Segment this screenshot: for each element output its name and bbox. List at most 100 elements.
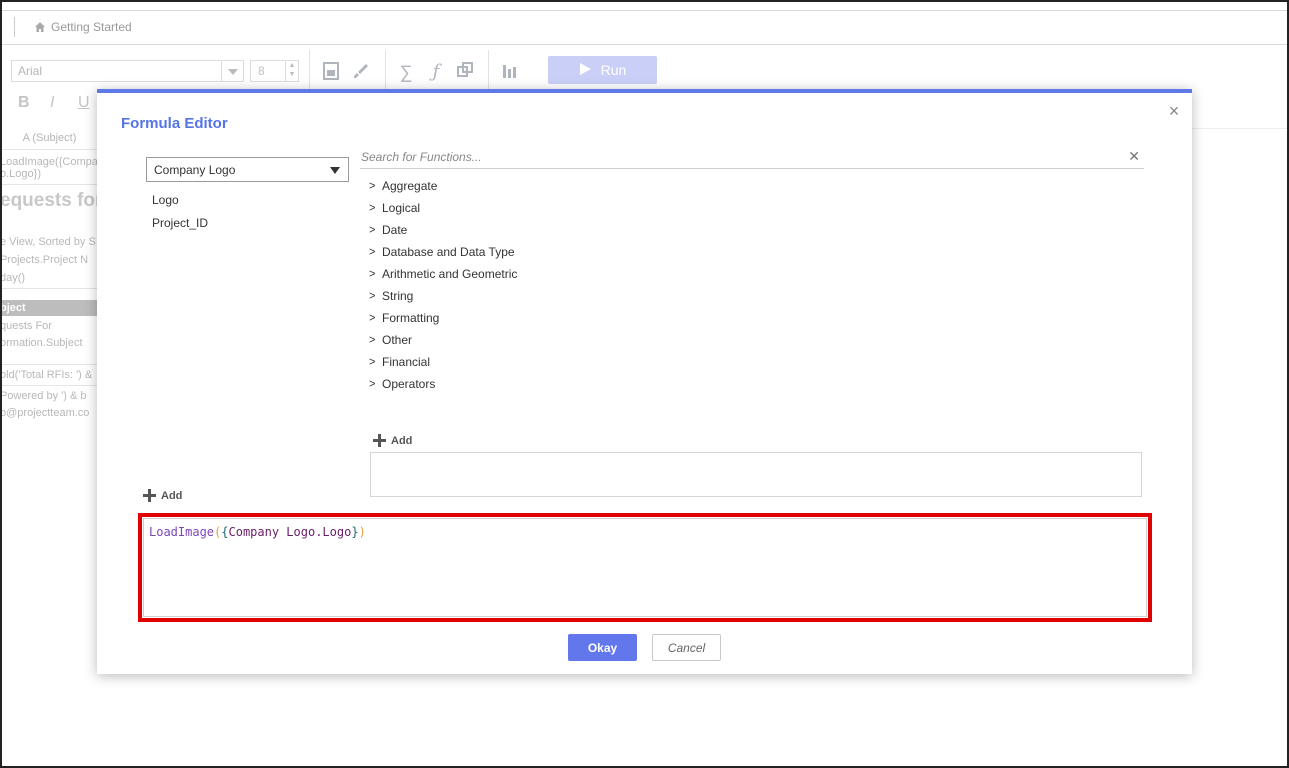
toolbar-divider [385, 50, 386, 90]
cell-text[interactable]: day() [0, 272, 97, 284]
sum-icon[interactable]: ∑ [396, 62, 416, 82]
category-label: Formatting [382, 311, 440, 325]
add-function-label: Add [391, 434, 413, 447]
chevron-right-icon: > [369, 377, 376, 391]
function-icon[interactable]: ƒ [426, 62, 446, 82]
category-label: Financial [382, 355, 431, 369]
cell-text[interactable]: Projects.Project N [0, 254, 97, 266]
category-item-arithmetic[interactable]: > Arithmetic and Geometric [369, 263, 517, 285]
category-label: Arithmetic and Geometric [382, 267, 518, 281]
category-label: Aggregate [382, 179, 438, 193]
chevron-right-icon: > [369, 333, 376, 347]
cell-text[interactable]: ormation.Subject [0, 337, 97, 349]
italic-button[interactable]: I [50, 94, 54, 112]
spinner-arrows-icon[interactable]: ▲ ▼ [285, 61, 298, 81]
font-size-value: 8 [258, 64, 265, 78]
font-size-stepper[interactable]: 8 ▲ ▼ [250, 60, 299, 82]
category-label: Database and Data Type [382, 245, 515, 259]
chevron-right-icon: > [369, 267, 376, 281]
category-item-aggregate[interactable]: > Aggregate [369, 175, 517, 197]
table-select[interactable]: Company Logo [146, 157, 349, 182]
divider [0, 184, 97, 185]
chart-icon[interactable] [500, 62, 520, 82]
column-header[interactable]: A (Subject) [2, 132, 97, 150]
top-bar: Getting Started [2, 10, 1287, 45]
category-label: Date [382, 223, 408, 237]
breadcrumb[interactable]: Getting Started [34, 20, 132, 34]
cell-title[interactable]: equests for [0, 190, 97, 212]
table-select-value: Company Logo [154, 163, 236, 177]
add-field-label: Add [161, 489, 183, 502]
chevron-right-icon: > [369, 289, 376, 303]
search-input[interactable] [360, 145, 1120, 167]
cell-text[interactable]: Powered by ') & b [0, 390, 97, 402]
chevron-right-icon: > [369, 311, 376, 325]
chevron-right-icon: > [369, 223, 376, 237]
category-label: String [382, 289, 414, 303]
toolbar-divider [309, 50, 310, 90]
clear-icon[interactable]: ✕ [1128, 148, 1140, 165]
formula-function: LoadImage [149, 525, 215, 539]
category-item-formatting[interactable]: > Formatting [369, 307, 517, 329]
cancel-button[interactable]: Cancel [652, 634, 721, 661]
close-icon[interactable]: × [1166, 102, 1182, 120]
function-description-box [370, 452, 1142, 497]
divider [0, 288, 97, 289]
play-icon [579, 62, 591, 78]
plus-icon [143, 489, 156, 502]
category-label: Logical [382, 201, 421, 215]
cell-text[interactable]: quests For [0, 320, 97, 332]
category-item-date[interactable]: > Date [369, 219, 517, 241]
band-header[interactable]: bject [0, 300, 97, 316]
chevron-right-icon: > [369, 355, 376, 369]
chevron-down-icon [330, 167, 340, 174]
home-icon [34, 21, 46, 33]
underline-button[interactable]: U [78, 94, 90, 112]
divider [14, 17, 15, 37]
category-item-operators[interactable]: > Operators [369, 373, 517, 395]
category-item-string[interactable]: > String [369, 285, 517, 307]
category-label: Operators [382, 377, 436, 391]
cell-text[interactable]: LoadImage({Company [0, 156, 97, 168]
field-item[interactable]: Logo [152, 193, 179, 207]
cell-text[interactable]: o@projectteam.co [0, 407, 97, 419]
chevron-down-icon[interactable] [221, 61, 243, 81]
category-item-database[interactable]: > Database and Data Type [369, 241, 517, 263]
formula-paren: ) [358, 525, 366, 539]
formula-editor-textarea[interactable]: LoadImage({Company Logo.Logo}) [143, 518, 1147, 617]
formula-brace: { [221, 525, 229, 539]
font-family-select[interactable]: Arial [11, 60, 244, 82]
category-label: Other [382, 333, 413, 347]
category-item-logical[interactable]: > Logical [369, 197, 517, 219]
chevron-right-icon: > [369, 245, 376, 259]
divider [0, 364, 97, 365]
chevron-right-icon: > [369, 201, 376, 215]
category-item-financial[interactable]: > Financial [369, 351, 517, 373]
function-search: ✕ [360, 145, 1144, 169]
toolbar-divider [488, 50, 489, 90]
category-item-other[interactable]: > Other [369, 329, 517, 351]
breadcrumb-label: Getting Started [51, 20, 132, 34]
okay-button[interactable]: Okay [568, 634, 637, 661]
run-button[interactable]: Run [548, 56, 657, 84]
formula-brace: } [351, 525, 359, 539]
plus-icon [373, 434, 386, 447]
fill-color-icon[interactable] [321, 62, 341, 82]
cell-text[interactable]: o.Logo}) [0, 168, 97, 180]
add-function-button[interactable]: Add [373, 434, 412, 447]
cell-text[interactable]: e View, Sorted by S [0, 236, 97, 248]
cell-text[interactable]: old('Total RFIs: ') & [0, 369, 97, 381]
function-category-list: > Aggregate > Logical > Date > Database … [369, 175, 517, 395]
field-item[interactable]: Project_ID [152, 216, 208, 230]
formula-highlight: LoadImage({Company Logo.Logo}) [138, 513, 1152, 622]
bold-button[interactable]: B [18, 94, 30, 112]
add-field-button[interactable]: Add [143, 489, 182, 502]
formula-reference: Company Logo.Logo [228, 525, 352, 539]
run-label: Run [600, 62, 627, 78]
copy-icon[interactable] [455, 62, 475, 82]
formula-editor-dialog: Formula Editor × Company Logo Logo Proje… [97, 89, 1192, 674]
brush-icon[interactable] [351, 62, 371, 82]
chevron-right-icon: > [369, 179, 376, 193]
font-family-value: Arial [18, 64, 43, 78]
divider [0, 385, 97, 386]
